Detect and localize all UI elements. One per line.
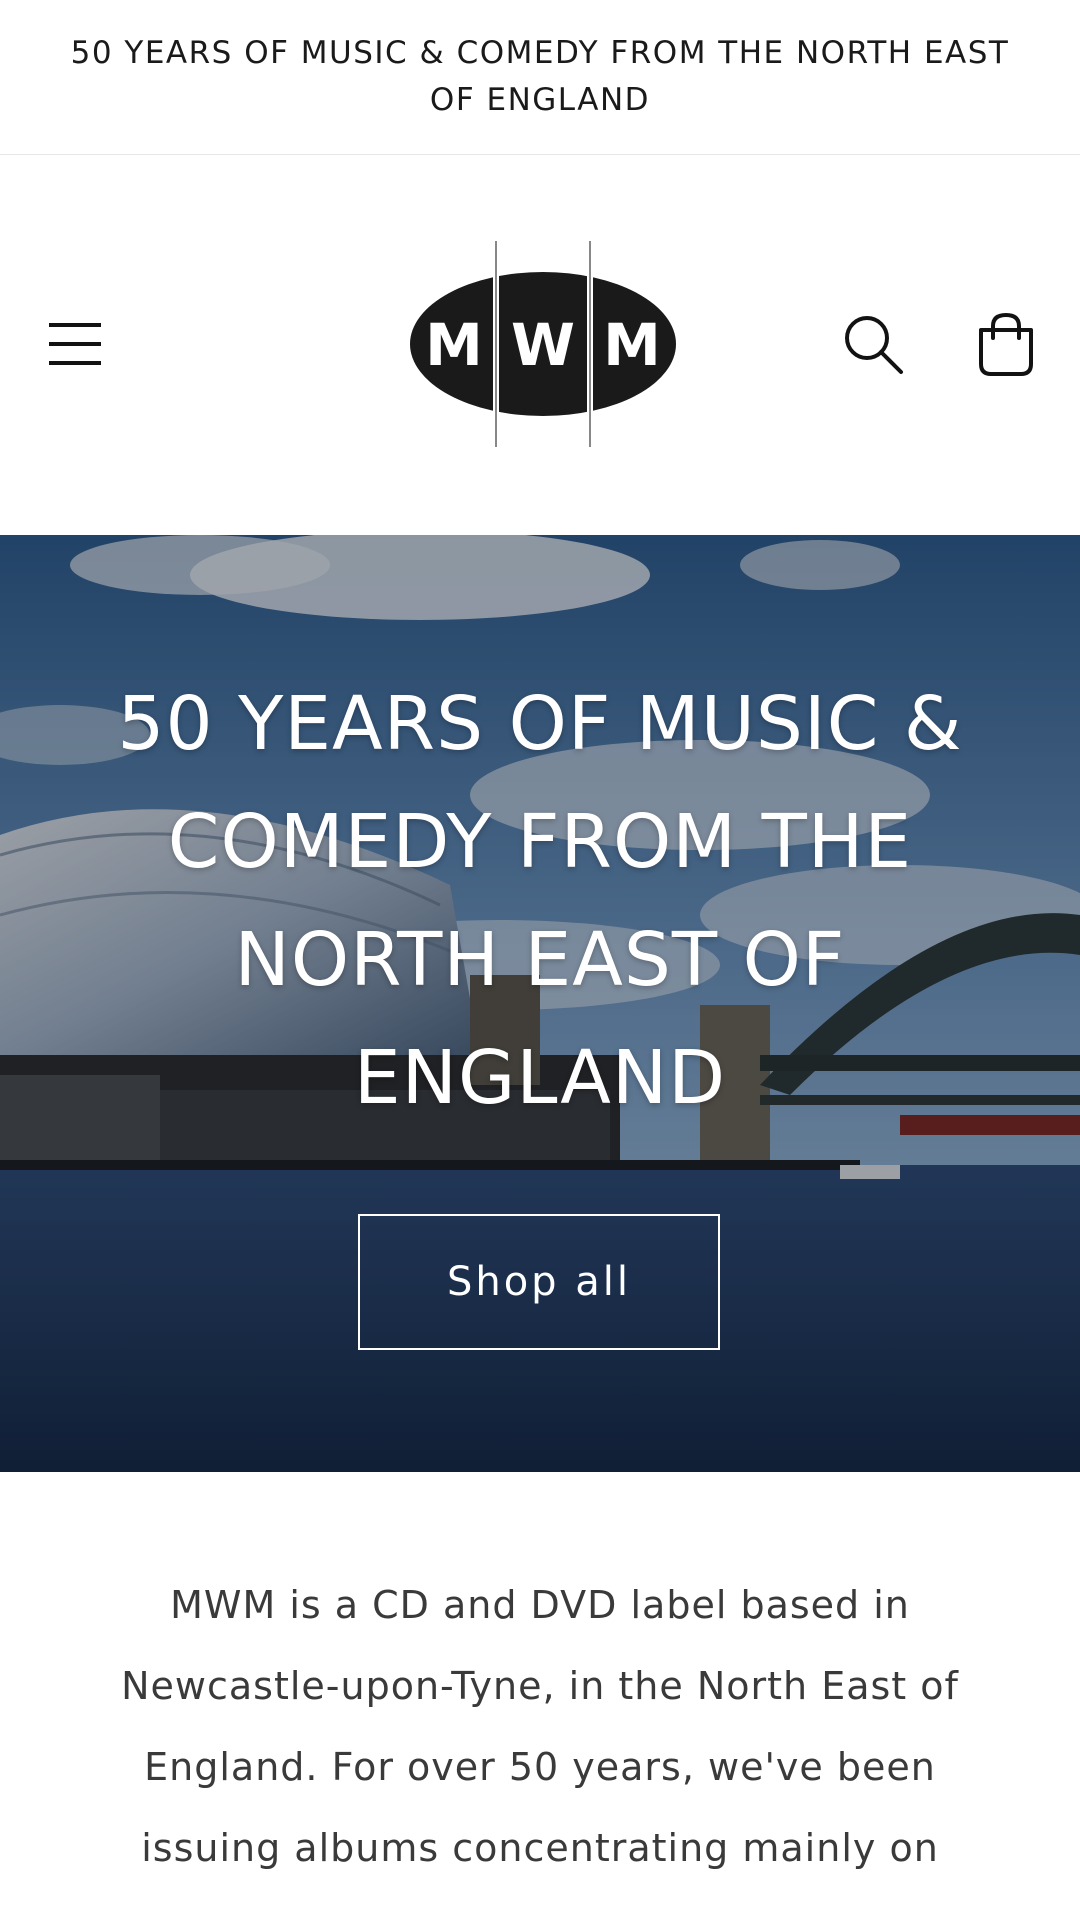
intro-text: MWM is a CD and DVD label based in Newca… [121, 1583, 959, 1870]
menu-icon [49, 323, 101, 365]
search-button[interactable] [836, 307, 910, 381]
search-icon [845, 316, 903, 374]
menu-button[interactable] [38, 307, 112, 381]
announcement-bar: 50 YEARS OF MUSIC & COMEDY FROM THE NORT… [0, 0, 1080, 155]
site-header: M W M [0, 155, 1080, 535]
logo-letter-3: M [603, 311, 661, 379]
mwm-logo[interactable]: M W M [408, 239, 678, 449]
hero-title: 50 YEARS OF MUSIC & COMEDY FROM THE NORT… [117, 681, 963, 1121]
cart-icon [979, 312, 1033, 376]
hero-banner: 50 YEARS OF MUSIC & COMEDY FROM THE NORT… [0, 535, 1080, 1472]
logo-letter-2: W [511, 311, 575, 379]
announcement-text: 50 YEARS OF MUSIC & COMEDY FROM THE NORT… [70, 35, 1010, 118]
shop-all-button[interactable]: Shop all [358, 1214, 720, 1350]
cart-button[interactable] [966, 305, 1046, 385]
logo-letter-1: M [425, 311, 483, 379]
